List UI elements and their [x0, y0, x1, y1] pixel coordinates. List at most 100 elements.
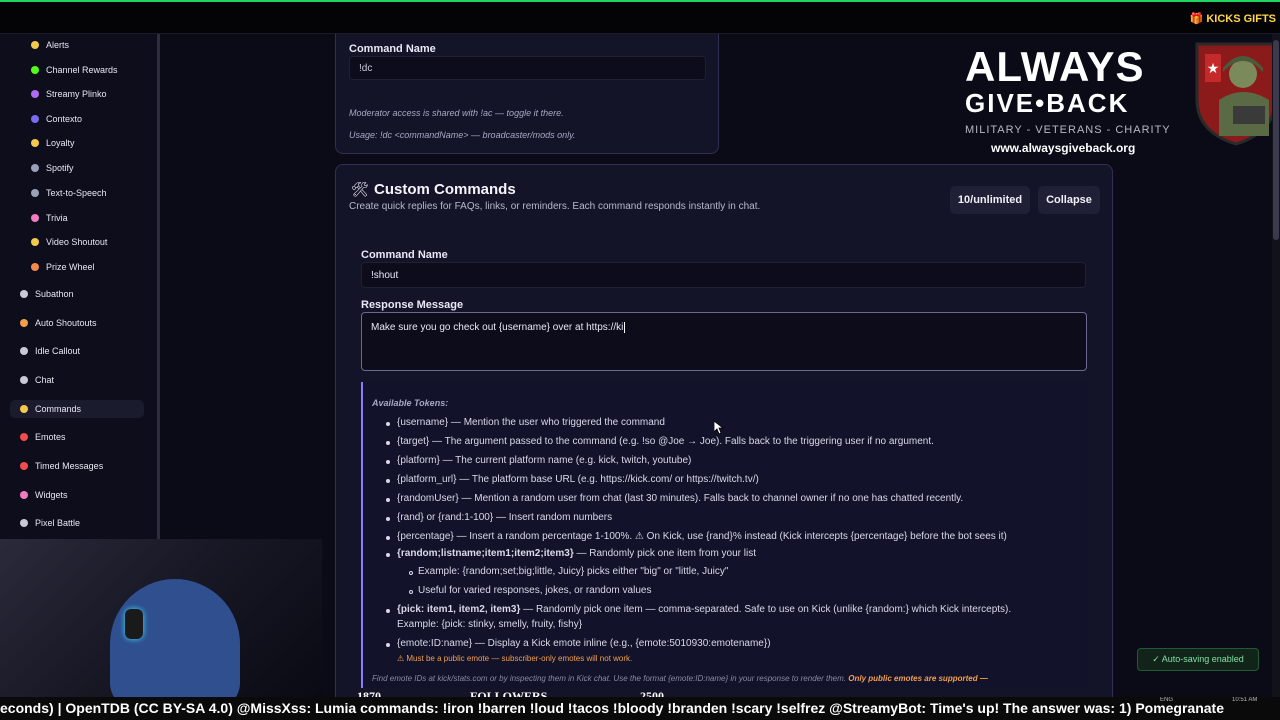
sidebar-item-label: Alerts — [46, 40, 70, 50]
trivia-icon — [31, 214, 39, 222]
sidebar-item-spotify[interactable]: Spotify — [31, 163, 74, 173]
scrollbar-thumb[interactable] — [1273, 40, 1279, 240]
mouse-pointer-icon — [714, 421, 724, 435]
webcam-headphones — [125, 609, 143, 639]
list-sub-bullet — [409, 571, 413, 575]
sidebar-item-emotes[interactable]: Emotes — [20, 432, 66, 442]
sidebar-item-streamy-plinko[interactable]: Streamy Plinko — [31, 89, 107, 99]
sidebar-item-auto-shoutouts[interactable]: Auto Shoutouts — [20, 318, 97, 328]
emote-icon — [20, 433, 28, 441]
command-name-input[interactable]: !shout — [361, 262, 1086, 288]
token-pick-example: Example: {pick: stinky, smelly, fruity, … — [397, 619, 583, 630]
sidebar-item-label: Streamy Plinko — [46, 89, 107, 99]
collapse-button[interactable]: Collapse — [1038, 186, 1100, 214]
list-bullet — [386, 460, 390, 464]
response-message-label: Response Message — [361, 299, 464, 311]
sidebar-item-label: Auto Shoutouts — [35, 318, 97, 328]
sidebar-item-alerts[interactable]: Alerts — [31, 40, 69, 50]
sidebar-item-loyalty[interactable]: Loyalty — [31, 138, 75, 148]
sidebar-item-widgets[interactable]: Widgets — [20, 490, 68, 500]
sidebar-item-label: Video Shoutout — [46, 237, 108, 247]
list-bullet — [386, 422, 390, 426]
token-emote-item: {emote:ID:name} — Display a Kick emote i… — [397, 638, 771, 649]
sidebar-item-trivia[interactable]: Trivia — [31, 213, 68, 223]
chat-icon — [20, 376, 28, 384]
logo-tagline: MILITARY - VETERANS - CHARITY — [965, 124, 1171, 136]
sidebar-item-commands[interactable]: Commands — [10, 400, 144, 418]
taskbar-lang: ENG — [1160, 697, 1174, 703]
webcam-feed — [0, 539, 322, 697]
plinko-icon — [31, 90, 39, 98]
video-icon — [31, 238, 39, 246]
hourglass-icon — [20, 290, 28, 298]
loyalty-icon — [31, 139, 39, 147]
list-sub-bullet — [409, 590, 413, 594]
list-bullet — [386, 498, 390, 502]
sidebar-item-label: Contexto — [46, 114, 83, 124]
list-bullet — [386, 441, 390, 445]
list-bullet — [386, 479, 390, 483]
contexto-icon — [31, 115, 39, 123]
text-cursor — [624, 322, 626, 333]
dc-command-name-input[interactable]: !dc — [349, 56, 706, 80]
soldier-shield-icon: ★ — [1195, 42, 1277, 146]
sidebar-item-video-shoutout[interactable]: Video Shoutout — [31, 237, 107, 247]
dc-usage-note: Usage: !dc <commandName> — broadcaster/m… — [349, 130, 576, 140]
token-pick-item: {pick: item1, item2, item3} — Randomly p… — [397, 604, 1012, 615]
sidebar-item-label: Timed Messages — [35, 461, 104, 471]
tools-icon: 🛠 — [351, 181, 369, 197]
token-item: {platform} — The current platform name (… — [397, 455, 692, 466]
token-item: {rand} or {rand:1-100} — Insert random n… — [397, 512, 613, 523]
command-name-label: Command Name — [361, 249, 448, 261]
gift-icon — [31, 66, 39, 74]
token-item: {username} — Mention the user who trigge… — [397, 417, 665, 428]
sidebar-item-channel-rewards[interactable]: Channel Rewards — [31, 65, 118, 75]
autosave-status: ✓ Auto-saving enabled — [1137, 648, 1259, 671]
wheel-icon — [31, 263, 39, 271]
logo-line1: ALWAYS — [965, 43, 1145, 90]
token-random-example: Example: {random;set;big;little, Juicy} … — [418, 566, 729, 577]
ticker-text: econds) | OpenTDB (CC BY-SA 4.0) @MissXs… — [0, 700, 1225, 716]
sidebar-item-label: Chat — [35, 375, 55, 385]
sidebar-item-pixel-battle[interactable]: Pixel Battle — [20, 518, 80, 528]
token-item: {randomUser} — Mention a random user fro… — [397, 493, 964, 504]
list-bullet — [386, 536, 390, 540]
stream-top-banner: 🎁 KICKS GIFTS — [0, 0, 1280, 34]
sidebar: Alerts Channel Rewards Streamy Plinko Conte… — [0, 34, 160, 539]
response-message-textarea[interactable]: Make sure you go check out {username} ov… — [361, 312, 1087, 371]
music-icon — [31, 164, 39, 172]
sidebar-item-label: Subathon — [35, 289, 74, 299]
chat-ticker: econds) | OpenTDB (CC BY-SA 4.0) @MissXs… — [0, 697, 1280, 720]
sidebar-item-timed-messages[interactable]: Timed Messages — [20, 461, 103, 471]
sidebar-item-label: Loyalty — [46, 138, 75, 148]
sidebar-item-subathon[interactable]: Subathon — [20, 289, 74, 299]
sidebar-item-label: Prize Wheel — [46, 262, 95, 272]
custom-commands-title: Custom Commands — [374, 181, 516, 198]
sidebar-item-label: Widgets — [35, 490, 68, 500]
speaker-icon — [31, 189, 39, 197]
logo-url: www.alwaysgiveback.org — [991, 141, 1136, 155]
sidebar-item-label: Text-to-Speech — [46, 188, 107, 198]
sidebar-item-idle-callout[interactable]: Idle Callout — [20, 346, 80, 356]
list-bullet — [386, 609, 390, 613]
list-bullet — [386, 517, 390, 521]
megaphone-icon — [20, 319, 28, 327]
token-item: {target} — The argument passed to the co… — [397, 436, 934, 447]
dc-command-name-label: Command Name — [349, 43, 436, 55]
available-tokens-panel: Available Tokens: {username} — Mention t… — [361, 382, 1087, 688]
sidebar-item-text-to-speech[interactable]: Text-to-Speech — [31, 188, 107, 198]
token-random-item: {random;listname;item1;item2;item3} — Ra… — [397, 548, 756, 559]
always-give-back-logo: ALWAYS GIVE•BACK MILITARY - VETERANS - C… — [955, 40, 1280, 160]
emote-warning: ⚠ Must be a public emote — subscriber-on… — [397, 654, 633, 663]
sidebar-item-contexto[interactable]: Contexto — [31, 114, 82, 124]
lightning-icon — [20, 405, 28, 413]
emote-footer: Find emote IDs at kick/stats.com or by i… — [372, 674, 988, 683]
sidebar-item-label: Spotify — [46, 163, 74, 173]
sidebar-item-label: Idle Callout — [35, 346, 81, 356]
sidebar-item-chat[interactable]: Chat — [20, 375, 54, 385]
token-random-usage: Useful for varied responses, jokes, or r… — [418, 585, 652, 596]
command-count-badge: 10/unlimited — [950, 186, 1030, 214]
kicks-gifts-label: 🎁 KICKS GIFTS — [1189, 13, 1276, 25]
sidebar-item-label: Emotes — [35, 432, 66, 442]
sidebar-item-prize-wheel[interactable]: Prize Wheel — [31, 262, 95, 272]
